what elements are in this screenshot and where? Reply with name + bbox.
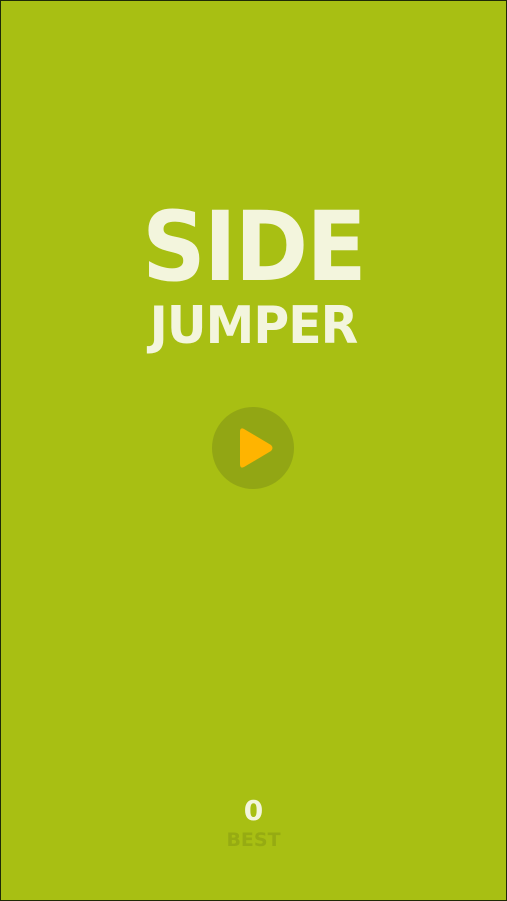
play-icon [240, 428, 273, 468]
play-button[interactable] [212, 407, 294, 489]
best-score-label: BEST [226, 829, 281, 851]
game-screen: SIDE JUMPER 0 BEST [1, 1, 506, 900]
best-score-value: 0 [243, 794, 264, 827]
game-title-side: SIDE [142, 191, 367, 303]
game-title-jumper: JUMPER [149, 296, 359, 356]
